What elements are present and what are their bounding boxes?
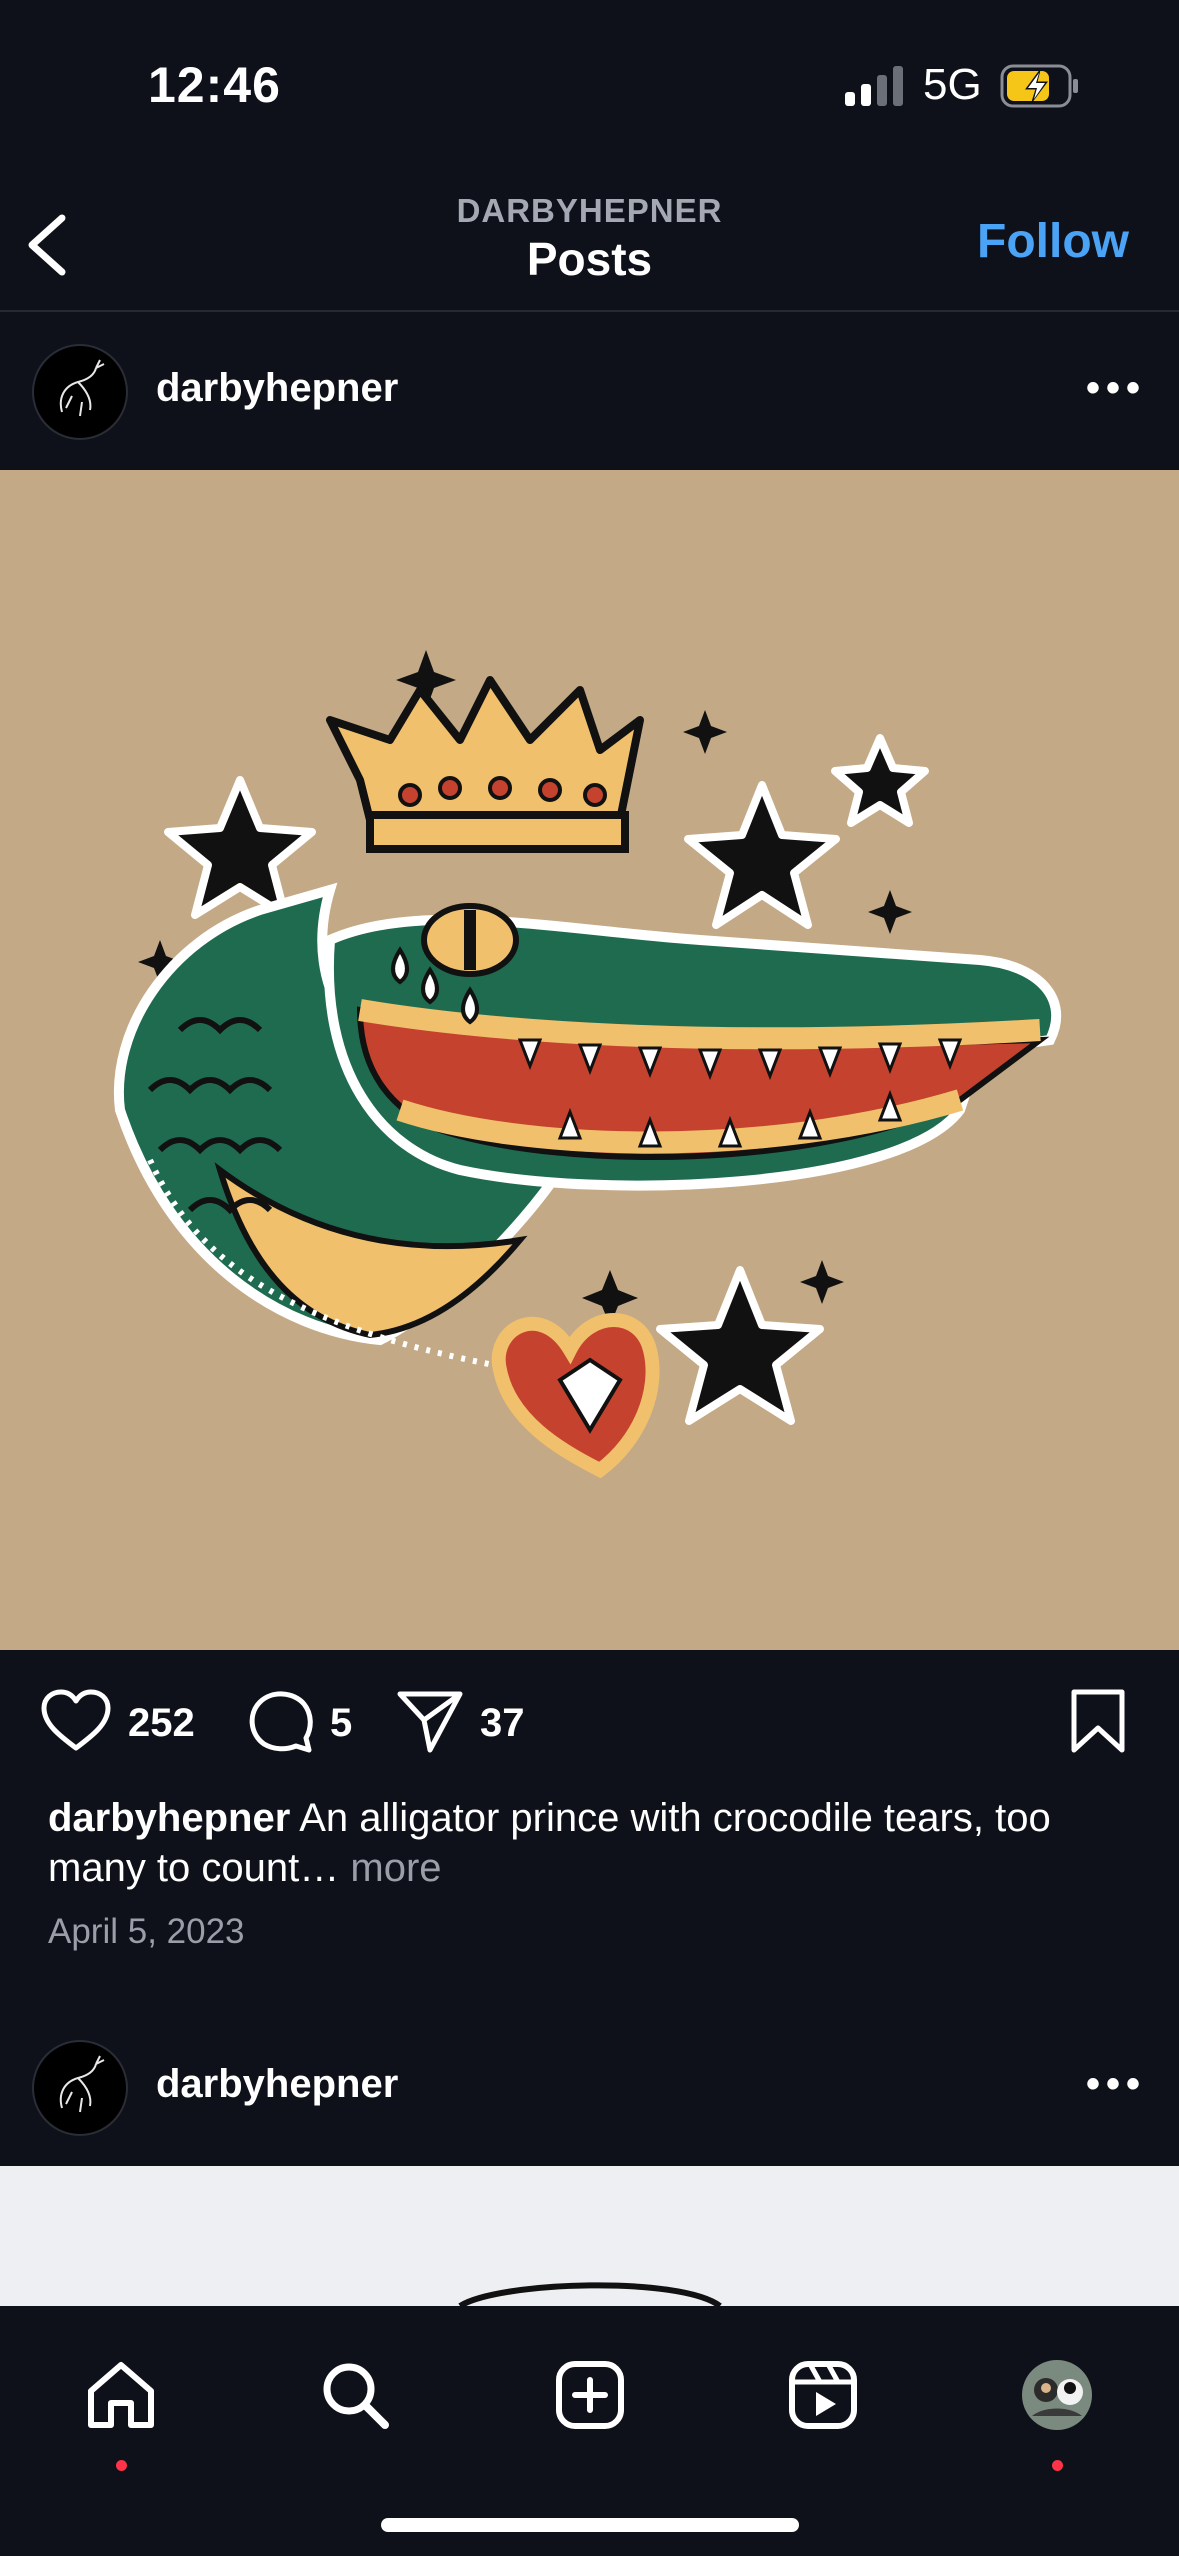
more-options-button[interactable]: ••• bbox=[1086, 366, 1146, 411]
goat-logo-icon bbox=[59, 2055, 105, 2113]
post-caption: darbyhepner An alligator prince with cro… bbox=[48, 1793, 1138, 1893]
battery-charging-icon bbox=[1000, 64, 1080, 113]
like-button[interactable]: 252 bbox=[40, 1688, 195, 1759]
reels-icon bbox=[788, 2360, 858, 2435]
post2-username[interactable]: darbyhepner bbox=[156, 2062, 398, 2107]
caption-more-link[interactable]: more bbox=[350, 1846, 441, 1890]
follow-button[interactable]: Follow bbox=[977, 214, 1129, 269]
goat-logo-icon bbox=[59, 359, 105, 417]
avatar[interactable] bbox=[32, 2040, 128, 2136]
home-icon bbox=[85, 2359, 157, 2436]
avatar bbox=[1020, 2358, 1094, 2437]
post-image[interactable] bbox=[0, 470, 1179, 1650]
tab-reels[interactable] bbox=[778, 2352, 868, 2442]
post2-image[interactable] bbox=[0, 2166, 1179, 2306]
crowned-alligator-illustration bbox=[113, 650, 1062, 1479]
plus-square-icon bbox=[555, 2360, 625, 2435]
profile-notification-dot bbox=[1052, 2460, 1063, 2471]
home-notification-dot bbox=[116, 2460, 127, 2471]
bookmark-icon bbox=[1070, 1688, 1126, 1759]
shares-count: 37 bbox=[480, 1701, 525, 1745]
network-label: 5G bbox=[923, 60, 982, 109]
post2-image-preview bbox=[458, 2282, 722, 2306]
post-date: April 5, 2023 bbox=[48, 1912, 245, 1951]
home-indicator bbox=[381, 2518, 799, 2532]
signal-icon bbox=[845, 66, 907, 111]
likes-count: 252 bbox=[128, 1701, 195, 1745]
post-username[interactable]: darbyhepner bbox=[156, 366, 398, 411]
comment-icon bbox=[246, 1688, 314, 1759]
status-time: 12:46 bbox=[148, 57, 281, 113]
tab-profile[interactable] bbox=[1012, 2352, 1102, 2442]
caption-username[interactable]: darbyhepner bbox=[48, 1796, 290, 1840]
tab-home[interactable] bbox=[76, 2352, 166, 2442]
more-options-button[interactable]: ••• bbox=[1086, 2062, 1146, 2107]
header-divider bbox=[0, 310, 1179, 312]
comment-button[interactable]: 5 bbox=[246, 1688, 352, 1759]
heart-icon bbox=[40, 1688, 112, 1759]
search-icon bbox=[319, 2359, 391, 2436]
tab-create[interactable] bbox=[545, 2352, 635, 2442]
save-button[interactable] bbox=[1070, 1688, 1126, 1759]
post-actions: 252 5 37 bbox=[40, 1688, 1140, 1758]
avatar[interactable] bbox=[32, 344, 128, 440]
share-button[interactable]: 37 bbox=[396, 1688, 525, 1759]
tab-search[interactable] bbox=[310, 2352, 400, 2442]
send-icon bbox=[396, 1688, 464, 1759]
comments-count: 5 bbox=[330, 1701, 353, 1745]
